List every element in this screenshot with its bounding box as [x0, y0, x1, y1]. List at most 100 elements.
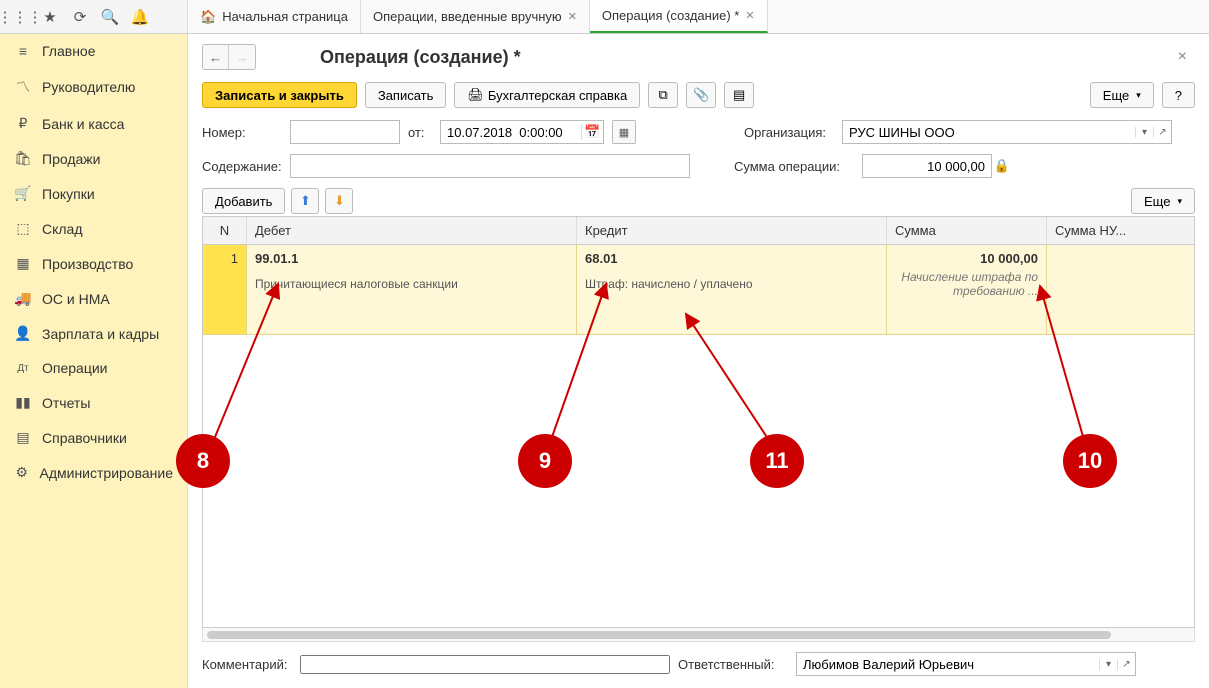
- chevron-down-icon[interactable]: ▾: [1099, 659, 1117, 670]
- people-icon: 👤: [14, 325, 32, 342]
- tab-home[interactable]: 🏠 Начальная страница: [188, 0, 361, 33]
- calendar-icon[interactable]: 📅: [581, 124, 603, 140]
- save-close-button[interactable]: Записать и закрыть: [202, 82, 357, 108]
- sidebar-item-label: Справочники: [42, 430, 127, 446]
- col-n[interactable]: N: [203, 217, 247, 244]
- nav-forward-button[interactable]: →: [229, 45, 255, 69]
- debit-account: 99.01.1: [255, 251, 568, 266]
- page-title: Операция (создание) *: [320, 47, 521, 68]
- col-debit[interactable]: Дебет: [247, 217, 577, 244]
- callout-10: 10: [1063, 434, 1117, 488]
- save-button[interactable]: Записать: [365, 82, 447, 108]
- star-icon[interactable]: ★: [36, 3, 64, 31]
- bars-icon: ▮▮: [14, 394, 32, 411]
- sidebar-item-production[interactable]: ▦Производство: [0, 246, 187, 281]
- comment-field[interactable]: [300, 655, 670, 674]
- chevron-down-icon[interactable]: ▾: [1135, 127, 1153, 138]
- gear-icon: ⚙: [14, 464, 30, 481]
- tab-operation-create[interactable]: Операция (создание) * ✕: [590, 0, 768, 33]
- cell-sum[interactable]: 10 000,00 Начисление штрафа по требовани…: [887, 245, 1047, 334]
- col-credit[interactable]: Кредит: [577, 217, 887, 244]
- box-icon: ⬚: [14, 220, 32, 237]
- number-field[interactable]: [290, 120, 400, 144]
- ruble-icon: ₽: [14, 115, 32, 132]
- open-icon[interactable]: ↗: [1117, 659, 1135, 670]
- attach-button[interactable]: 📎: [686, 82, 716, 108]
- home-icon: 🏠: [200, 9, 216, 25]
- sum-field[interactable]: [862, 154, 992, 178]
- close-button[interactable]: ×: [1170, 44, 1195, 70]
- sidebar-item-label: Производство: [42, 256, 133, 272]
- sidebar-item-reports[interactable]: ▮▮Отчеты: [0, 385, 187, 420]
- content-label: Содержание:: [202, 159, 282, 174]
- sidebar-item-warehouse[interactable]: ⬚Склад: [0, 211, 187, 246]
- top-icons-group: ⋮⋮⋮ ★ ⟳ 🔍 🔔: [0, 0, 188, 33]
- help-button[interactable]: ?: [1162, 82, 1195, 108]
- sidebar-item-assets[interactable]: 🚚ОС и НМА: [0, 281, 187, 316]
- history-icon[interactable]: ⟳: [66, 3, 94, 31]
- dtkr-icon: Дт: [14, 363, 32, 374]
- lock-icon: 🔒: [992, 154, 1012, 178]
- responsible-field[interactable]: [797, 653, 1099, 675]
- move-down-button[interactable]: ⬇: [325, 188, 353, 214]
- table-more-button[interactable]: Еще: [1131, 188, 1195, 214]
- callout-9: 9: [518, 434, 572, 488]
- number-label: Номер:: [202, 125, 282, 140]
- nav-back-button[interactable]: ←: [203, 45, 229, 69]
- responsible-label: Ответственный:: [678, 657, 788, 672]
- horizontal-scrollbar[interactable]: [202, 628, 1195, 642]
- content-field[interactable]: [290, 154, 690, 178]
- tab-operations-list[interactable]: Операции, введенные вручную ✕: [361, 0, 590, 33]
- sidebar-item-manager[interactable]: 〽Руководителю: [0, 68, 187, 106]
- sidebar-item-purchases[interactable]: 🛒 Покупки: [0, 176, 187, 211]
- truck-icon: 🚚: [14, 290, 32, 307]
- date-field-wrap: 📅: [440, 120, 604, 144]
- table-row[interactable]: 1 99.01.1 Причитающиеся налоговые санкци…: [203, 245, 1194, 335]
- entries-grid: N Дебет Кредит Сумма Сумма НУ... 1 99.01…: [202, 216, 1195, 628]
- date-extra-button[interactable]: ▦: [612, 120, 636, 144]
- sidebar-item-bank[interactable]: ₽ Банк и касса: [0, 106, 187, 141]
- credit-account: 68.01: [585, 251, 878, 266]
- col-sum[interactable]: Сумма: [887, 217, 1047, 244]
- search-icon[interactable]: 🔍: [96, 3, 124, 31]
- col-sumnu[interactable]: Сумма НУ...: [1047, 217, 1194, 244]
- open-icon[interactable]: ↗: [1153, 127, 1171, 138]
- bell-icon[interactable]: 🔔: [126, 3, 154, 31]
- sidebar-item-hr[interactable]: 👤 Зарплата и кадры: [0, 316, 187, 351]
- sidebar-item-label: Зарплата и кадры: [42, 326, 159, 342]
- callout-8: 8: [176, 434, 230, 488]
- report-button[interactable]: 🖨Бухгалтерская справка: [454, 82, 640, 108]
- sidebar-item-label: Операции: [42, 360, 108, 376]
- responsible-combo[interactable]: ▾ ↗: [796, 652, 1136, 676]
- amount-value: 10 000,00: [895, 251, 1038, 266]
- grid-body[interactable]: 1 99.01.1 Причитающиеся налоговые санкци…: [203, 245, 1194, 627]
- grid-header: N Дебет Кредит Сумма Сумма НУ...: [203, 217, 1194, 245]
- cell-sumnu[interactable]: [1047, 245, 1194, 334]
- sidebar-item-main[interactable]: ≡Главное: [0, 34, 187, 68]
- move-up-button[interactable]: ⬆: [291, 188, 319, 214]
- cell-debit[interactable]: 99.01.1 Причитающиеся налоговые санкции: [247, 245, 577, 334]
- sum-label: Сумма операции:: [734, 159, 854, 174]
- cell-credit[interactable]: 68.01 Штраф: начислено / уплачено: [577, 245, 887, 334]
- cart-icon: 🛒: [14, 185, 32, 202]
- close-icon[interactable]: ✕: [568, 10, 577, 23]
- sidebar-item-operations[interactable]: Дт Операции: [0, 351, 187, 385]
- sidebar-item-label: Банк и касса: [42, 116, 124, 132]
- sidebar-item-label: Покупки: [42, 186, 95, 202]
- org-field[interactable]: [843, 121, 1135, 143]
- sidebar-item-catalogs[interactable]: ▤ Справочники: [0, 420, 187, 455]
- link-button[interactable]: ⧉: [648, 82, 678, 108]
- add-button[interactable]: Добавить: [202, 188, 285, 214]
- sidebar-item-sales[interactable]: 🛍Продажи: [0, 141, 187, 176]
- list-button[interactable]: ▤: [724, 82, 754, 108]
- org-combo[interactable]: ▾ ↗: [842, 120, 1172, 144]
- sidebar-item-label: Продажи: [42, 151, 100, 167]
- date-field[interactable]: [441, 121, 581, 143]
- sidebar-item-admin[interactable]: ⚙Администрирование: [0, 455, 187, 490]
- main-toolbar: Записать и закрыть Записать 🖨Бухгалтерск…: [202, 82, 1195, 108]
- cell-n[interactable]: 1: [203, 245, 247, 334]
- more-button[interactable]: Еще: [1090, 82, 1154, 108]
- close-icon[interactable]: ✕: [745, 9, 754, 22]
- books-icon: ▤: [14, 429, 32, 446]
- apps-icon[interactable]: ⋮⋮⋮: [6, 3, 34, 31]
